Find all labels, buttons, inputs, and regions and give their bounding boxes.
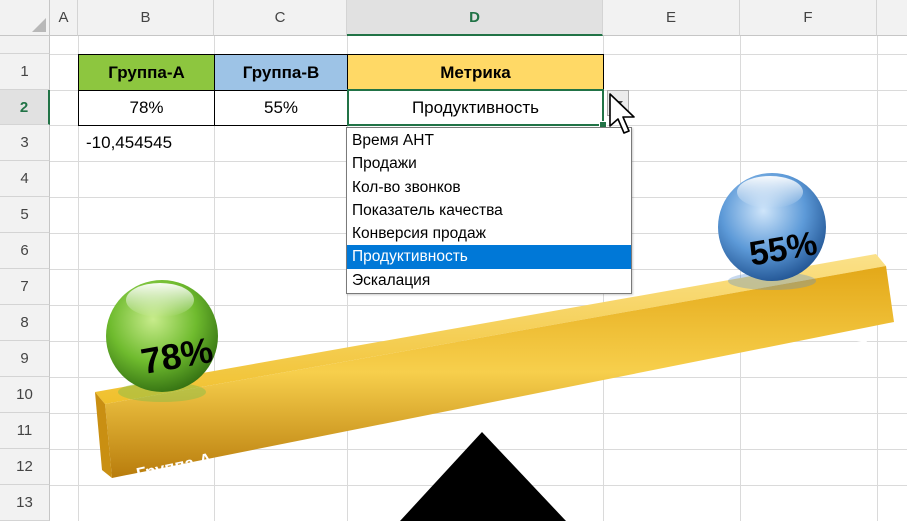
row-header-3[interactable]: 3 xyxy=(0,125,50,161)
row-header-4[interactable]: 4 xyxy=(0,161,50,197)
cell-d1[interactable]: Метрика xyxy=(347,54,604,91)
row-header-5[interactable]: 5 xyxy=(0,197,50,233)
column-header-e[interactable]: E xyxy=(603,0,740,36)
row-header-13[interactable]: 13 xyxy=(0,485,50,521)
dropdown-option[interactable]: Показатель качества xyxy=(347,199,631,222)
select-all-corner[interactable] xyxy=(0,0,50,36)
dropdown-option[interactable]: Конверсия продаж xyxy=(347,222,631,245)
row-header-12[interactable]: 12 xyxy=(0,449,50,485)
fulcrum-triangle xyxy=(400,432,566,521)
cell-b1[interactable]: Группа-А xyxy=(78,54,215,91)
select-all-icon xyxy=(32,18,46,32)
dropdown-option[interactable]: Эскалация xyxy=(347,269,631,292)
row-header-8[interactable]: 8 xyxy=(0,305,50,341)
dropdown-option-selected[interactable]: Продуктивность xyxy=(347,245,631,269)
column-header-g[interactable] xyxy=(877,0,907,36)
column-header-c[interactable]: C xyxy=(214,0,347,36)
cell-b2[interactable]: 78% xyxy=(78,90,215,126)
cell-c1[interactable]: Группа-В xyxy=(214,54,348,91)
row-header-6[interactable]: 6 xyxy=(0,233,50,269)
cell-b3[interactable]: -10,454545 xyxy=(78,125,218,161)
dropdown-list: Время АНТ Продажи Кол-во звонков Показат… xyxy=(346,127,632,295)
row-header-9[interactable]: 9 xyxy=(0,341,50,377)
row-header-1[interactable]: 1 xyxy=(0,54,50,90)
column-header-b[interactable]: B xyxy=(78,0,214,36)
cell-c2[interactable]: 55% xyxy=(214,90,348,126)
mouse-cursor-icon xyxy=(609,93,635,134)
row-header-7[interactable]: 7 xyxy=(0,269,50,305)
column-header-f[interactable]: F xyxy=(740,0,877,36)
row-header-2[interactable]: 2 xyxy=(0,90,50,125)
column-header-a[interactable]: A xyxy=(50,0,78,36)
row-header-10[interactable]: 10 xyxy=(0,377,50,413)
row-header-11[interactable]: 11 xyxy=(0,413,50,449)
dropdown-option[interactable]: Время АНТ xyxy=(347,129,631,152)
column-header-d[interactable]: D xyxy=(347,0,603,36)
cell-d2-selected[interactable]: Продуктивность xyxy=(347,89,604,126)
ball-group-a: 78% xyxy=(106,280,218,392)
dropdown-option[interactable]: Продажи xyxy=(347,152,631,175)
dropdown-option[interactable]: Кол-во звонков xyxy=(347,176,631,199)
row-header-spacer xyxy=(0,36,50,54)
ball-group-b: 55% xyxy=(718,173,826,281)
